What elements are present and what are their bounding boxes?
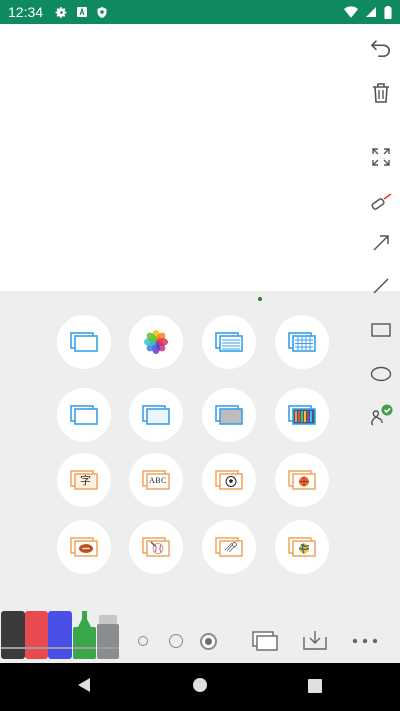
bg-gray[interactable]: [202, 388, 256, 442]
font-a-icon: [76, 6, 88, 18]
back-button[interactable]: [74, 677, 94, 697]
marker-black[interactable]: [1, 611, 25, 663]
marker-red[interactable]: [25, 611, 48, 663]
delete-button[interactable]: [365, 77, 397, 109]
more-icon: [352, 638, 378, 644]
line-icon: [371, 276, 391, 296]
signal-icon: [365, 6, 377, 18]
arrow-icon: [371, 233, 391, 253]
marker-blue-icon: [48, 611, 72, 663]
ellipse-icon: [370, 366, 392, 382]
home-button[interactable]: [190, 677, 210, 697]
background-button[interactable]: [250, 626, 280, 656]
undo-icon: [370, 38, 392, 58]
size-large-selected-dot: [205, 638, 212, 645]
chinese-glyph: 字: [80, 474, 91, 487]
bg-chinese-character[interactable]: 字: [57, 453, 111, 507]
bg-volleyball-court[interactable]: [275, 520, 329, 574]
grid-board-icon: [287, 331, 317, 353]
freehand-shape-button[interactable]: [365, 400, 397, 432]
size-large[interactable]: [200, 633, 217, 650]
volleyball-icon: [287, 536, 317, 558]
gray-board-icon: [214, 404, 244, 426]
chinese-practice-icon: 字: [69, 469, 99, 491]
wifi-icon: [344, 6, 358, 18]
more-button[interactable]: [350, 626, 380, 656]
layers-icon: [251, 630, 279, 652]
status-bar: 12:34: [0, 0, 400, 24]
battery-icon: [384, 5, 392, 19]
back-icon: [76, 677, 92, 697]
recents-icon: [308, 678, 322, 697]
bg-grid[interactable]: [275, 315, 329, 369]
line-tool-button[interactable]: [365, 270, 397, 302]
bg-abc-handwriting[interactable]: ABC: [129, 453, 183, 507]
bg-soccer-field[interactable]: [202, 453, 256, 507]
abc-glyph: ABC: [149, 476, 167, 485]
marker-black-icon: [1, 611, 25, 663]
bg-basketball-court[interactable]: [275, 453, 329, 507]
bg-bookshelf[interactable]: [275, 388, 329, 442]
marker-gray[interactable]: [97, 611, 119, 663]
basketball-icon: [287, 469, 317, 491]
recents-button[interactable]: [305, 677, 325, 697]
blue-frame-icon: [141, 404, 171, 426]
size-medium[interactable]: [169, 634, 183, 648]
drawing-canvas[interactable]: [0, 24, 400, 291]
trash-icon: [371, 82, 391, 104]
marker-gray-icon: [97, 615, 119, 663]
bg-photos[interactable]: [129, 315, 183, 369]
bg-blank-board[interactable]: [57, 315, 111, 369]
marker-green-icon: [72, 611, 97, 663]
gear-icon: [55, 6, 68, 19]
marker-blue[interactable]: [48, 611, 72, 663]
fullscreen-button[interactable]: [365, 141, 397, 173]
white-board-icon: [69, 404, 99, 426]
undo-button[interactable]: [365, 32, 397, 64]
navigation-bar: [0, 663, 400, 711]
whiteboard-screen: 12:34 字 ABC: [0, 0, 400, 711]
marker-green[interactable]: [72, 611, 97, 663]
bg-baseball-field[interactable]: [129, 520, 183, 574]
size-small[interactable]: [138, 636, 148, 646]
save-button[interactable]: [300, 625, 330, 655]
rectangle-tool-button[interactable]: [365, 314, 397, 346]
bg-badminton-court[interactable]: [202, 520, 256, 574]
ellipse-tool-button[interactable]: [365, 358, 397, 390]
laser-pointer-icon: [369, 192, 393, 214]
football-icon: [69, 536, 99, 558]
freehand-check-icon: [368, 403, 394, 429]
abc-practice-icon: ABC: [141, 469, 171, 491]
download-icon: [302, 629, 328, 651]
badminton-icon: [214, 536, 244, 558]
lined-board-icon: [214, 331, 244, 353]
bg-blue-frame[interactable]: [129, 388, 183, 442]
expand-icon: [371, 147, 391, 167]
marker-red-icon: [25, 611, 48, 663]
soccer-icon: [214, 469, 244, 491]
bg-football-field[interactable]: [57, 520, 111, 574]
photos-icon: [143, 329, 169, 355]
blank-board-icon: [69, 331, 99, 353]
home-icon: [192, 677, 208, 697]
laser-pointer-button[interactable]: [365, 187, 397, 219]
panel-indicator-dot: [258, 297, 262, 301]
baseball-icon: [141, 536, 171, 558]
rectangle-icon: [371, 323, 391, 337]
arrow-tool-button[interactable]: [365, 227, 397, 259]
bg-white[interactable]: [57, 388, 111, 442]
shield-icon: [96, 6, 108, 19]
bookshelf-icon: [287, 404, 317, 426]
bg-lined[interactable]: [202, 315, 256, 369]
status-time: 12:34: [8, 4, 44, 20]
